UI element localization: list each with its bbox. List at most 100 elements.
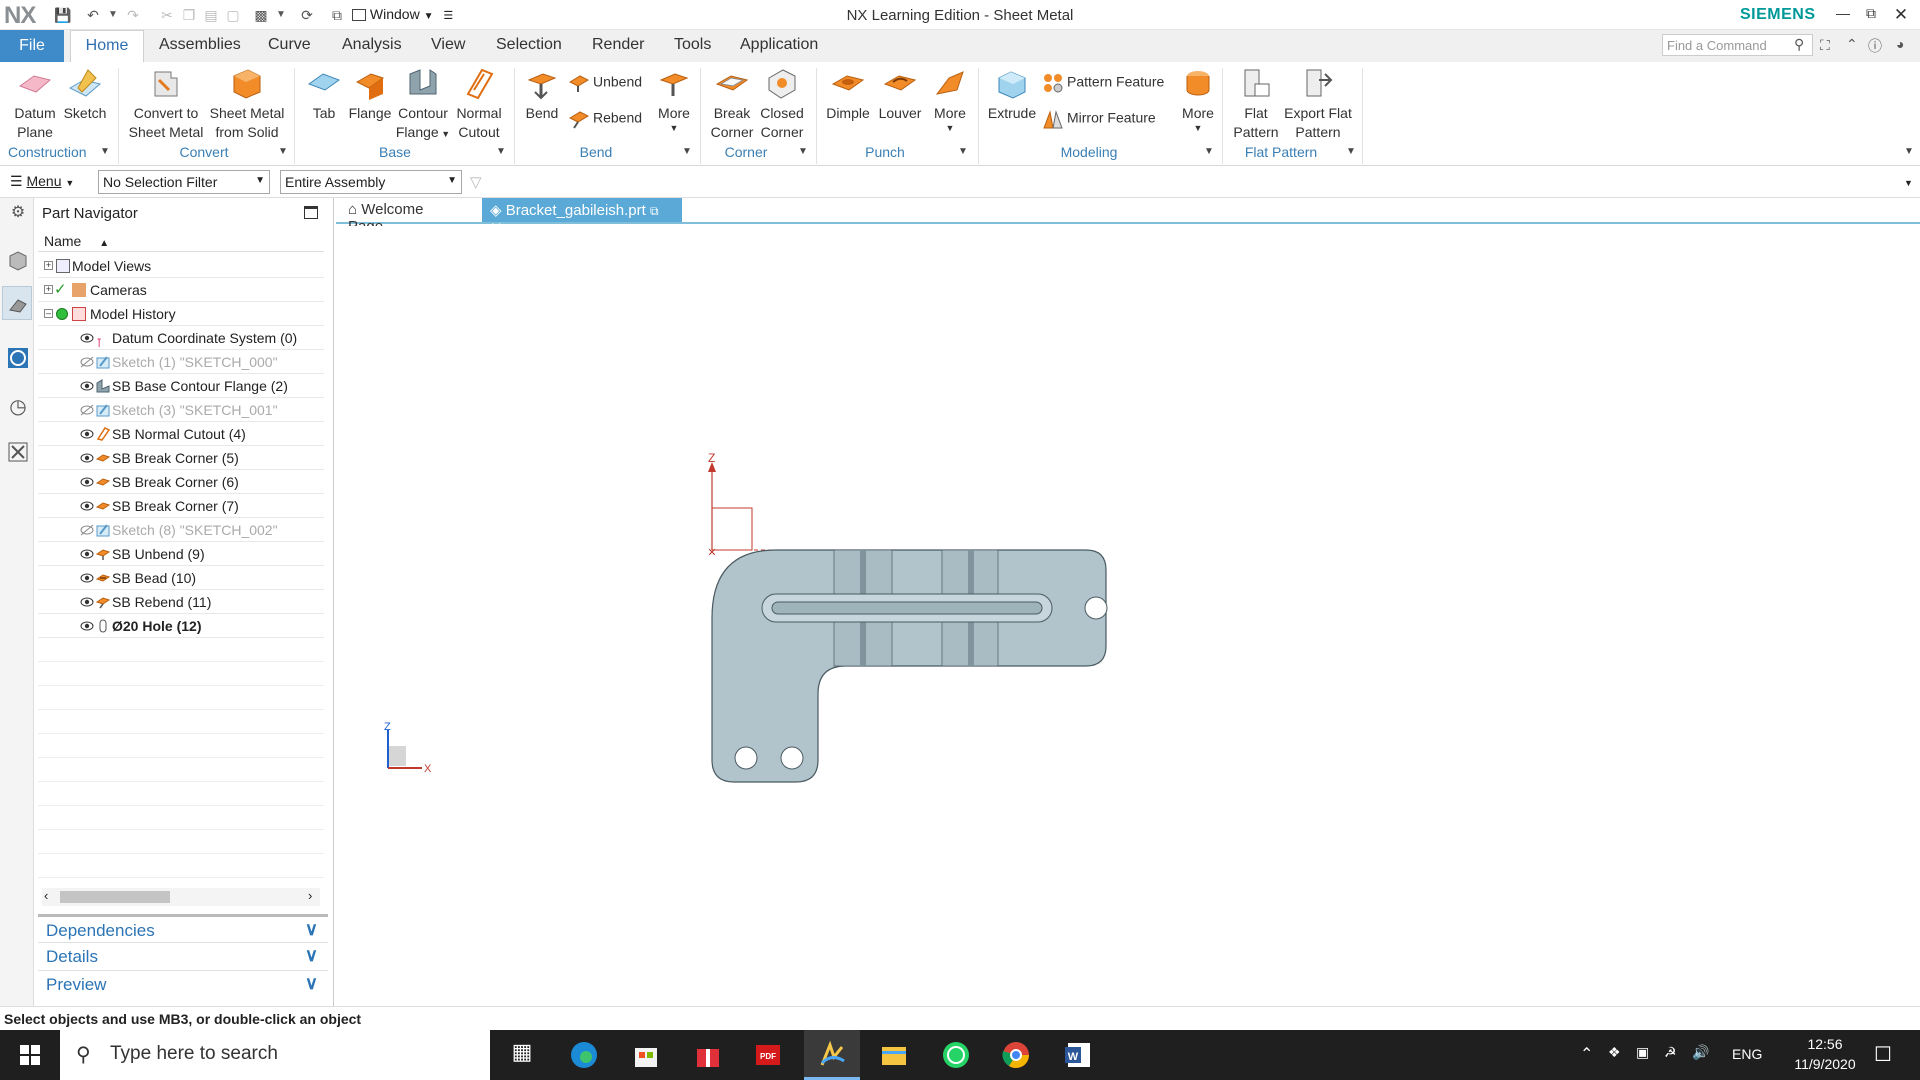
wifi-icon[interactable]: ☭ [1664,1044,1677,1061]
louver-button[interactable]: Louver [874,62,926,123]
word-icon[interactable]: W [1062,1039,1094,1071]
clock-date[interactable]: 11/9/2020 [1782,1056,1868,1072]
tab-curve[interactable]: Curve [268,36,311,54]
visible-eye-icon[interactable] [80,332,94,344]
sketch-button[interactable]: Sketch [62,62,108,123]
notification-icon[interactable]: ☐ [1874,1042,1892,1067]
mirror-feature-button[interactable]: Mirror Feature [1042,108,1156,130]
tab-selection[interactable]: Selection [496,36,562,54]
dropbox-icon[interactable]: ❖ [1608,1044,1621,1061]
export-flat-pattern-button[interactable]: Export Flat Pattern [1284,62,1352,142]
store-icon[interactable] [630,1039,662,1071]
scope-select[interactable]: Entire Assembly ▼ [280,170,462,194]
scroll-thumb[interactable] [60,891,170,903]
undock-icon[interactable]: ⧉ [650,204,659,218]
whatsapp-icon[interactable] [940,1039,972,1071]
visible-eye-icon[interactable] [80,500,94,512]
part-model-view[interactable]: Z ✕ Z X [336,226,1920,1006]
pdf-app-icon[interactable]: PDF [752,1039,784,1071]
assembly-navigator-icon[interactable] [6,248,30,272]
ribbon-overflow-icon[interactable]: ▼ [1904,146,1914,157]
history-item[interactable]: Sketch (8) "SKETCH_002" [38,518,324,542]
nx-taskbar-button[interactable] [804,1030,860,1080]
chrome-icon[interactable] [1000,1039,1032,1071]
tab-tools[interactable]: Tools [674,36,711,54]
history-item[interactable]: SB Bead (10) [38,566,324,590]
tab-feature-button[interactable]: Tab [302,62,346,123]
graphics-window[interactable]: Z ✕ Z X [336,226,1920,1006]
bracket-part[interactable] [711,549,1108,783]
dimple-button[interactable]: Dimple [822,62,874,123]
details-section[interactable]: Details ∨ [38,942,328,970]
contour-flange-dropdown-icon[interactable]: ▼ [439,129,450,139]
hole[interactable] [780,746,804,770]
language-indicator[interactable]: ENG [1732,1046,1762,1062]
history-item[interactable]: Sketch (3) "SKETCH_001" [38,398,324,422]
convert-to-sheet-metal-button[interactable]: Convert to Sheet Metal [124,62,208,142]
history-item[interactable]: SB Break Corner (6) [38,470,324,494]
help-icon[interactable]: ⓘ [1868,36,1882,56]
sheet-metal-from-solid-button[interactable]: Sheet Metal from Solid [206,62,288,142]
hidden-eye-icon[interactable] [80,524,94,536]
datum-csys[interactable]: Z ✕ [707,451,796,559]
tab-analysis[interactable]: Analysis [342,36,402,54]
history-item[interactable]: SB Rebend (11) [38,590,324,614]
history-item[interactable]: SB Normal Cutout (4) [38,422,324,446]
visible-eye-icon[interactable] [80,428,94,440]
flange-button[interactable]: Flange [346,62,394,123]
show-hidden-icons[interactable]: ⌃ [1580,1044,1593,1064]
menu-button[interactable]: ☰ Menu ▼ [10,173,74,190]
history-icon[interactable]: ◷ [6,394,30,418]
bend-group-more-icon[interactable]: ▼ [682,146,692,157]
clock-time[interactable]: 12:56 [1790,1036,1860,1052]
search-icon[interactable]: ⚲ [1794,36,1804,53]
fullscreen-icon[interactable]: ⛶ [1820,37,1830,54]
convert-more-icon[interactable]: ▼ [278,146,288,157]
hole[interactable] [734,746,758,770]
tab-welcome-page[interactable]: ⌂ Welcome Page [340,198,466,235]
tab-application[interactable]: Application [740,36,818,54]
visible-eye-icon[interactable] [80,620,94,632]
visible-eye-icon[interactable] [80,380,94,392]
volume-icon[interactable]: 🔊 [1692,1044,1709,1061]
history-item[interactable]: SB Break Corner (7) [38,494,324,518]
flat-pattern-group-more-icon[interactable]: ▼ [1346,146,1356,157]
tab-home[interactable]: Home [70,30,144,62]
tab-bracket-part[interactable]: ◈ Bracket_gabileish.prt ⧉ ✕ [482,198,682,237]
tree-node-model-views[interactable]: + Model Views [38,254,324,278]
scroll-left-icon[interactable]: ‹ [44,888,48,903]
construction-more-icon[interactable]: ▼ [100,146,110,157]
break-corner-button[interactable]: Break Corner [706,62,758,142]
tab-assemblies[interactable]: Assemblies [159,36,241,54]
file-explorer-icon[interactable] [878,1039,910,1071]
gift-app-icon[interactable] [692,1039,724,1071]
hidden-eye-icon[interactable] [80,356,94,368]
punch-group-more-icon[interactable]: ▼ [958,146,968,157]
history-item[interactable]: Ø20 Hole (12) [38,614,324,638]
tab-file[interactable]: File [0,30,64,62]
battery-icon[interactable]: ▣ [1636,1044,1649,1061]
history-item[interactable]: SB Break Corner (5) [38,446,324,470]
collapse-ribbon-icon[interactable]: ⌃ [1846,36,1858,53]
visible-eye-icon[interactable] [80,476,94,488]
history-item[interactable]: SB Base Contour Flange (2) [38,374,324,398]
restore-icon[interactable]: ⧉ [1860,5,1882,25]
pattern-feature-button[interactable]: Pattern Feature [1042,72,1164,94]
tree-node-model-history[interactable]: – Model History [38,302,324,326]
closed-corner-button[interactable]: Closed Corner [758,62,806,142]
tree-node-cameras[interactable]: + ✓ Cameras [38,278,324,302]
base-more-icon[interactable]: ▼ [496,146,506,157]
normal-cutout-button[interactable]: Normal Cutout [452,62,506,142]
visible-eye-icon[interactable] [80,548,94,560]
modeling-more-button[interactable]: More ▼ [1176,62,1220,133]
history-item[interactable]: SB Unbend (9) [38,542,324,566]
history-item[interactable]: Sketch (1) "SKETCH_000" [38,350,324,374]
unbend-button[interactable]: Unbend [568,72,642,94]
edge-browser-icon[interactable] [568,1039,600,1071]
settings-icon[interactable]: ⚙ [6,202,30,226]
rebend-button[interactable]: Rebend [568,108,642,130]
tab-render[interactable]: Render [592,36,644,54]
toolbar-overflow-icon[interactable]: ▼ [1904,178,1913,188]
task-view-icon[interactable]: ▦ [506,1039,538,1071]
contour-flange-button[interactable]: Contour Flange ▼ [394,62,452,144]
